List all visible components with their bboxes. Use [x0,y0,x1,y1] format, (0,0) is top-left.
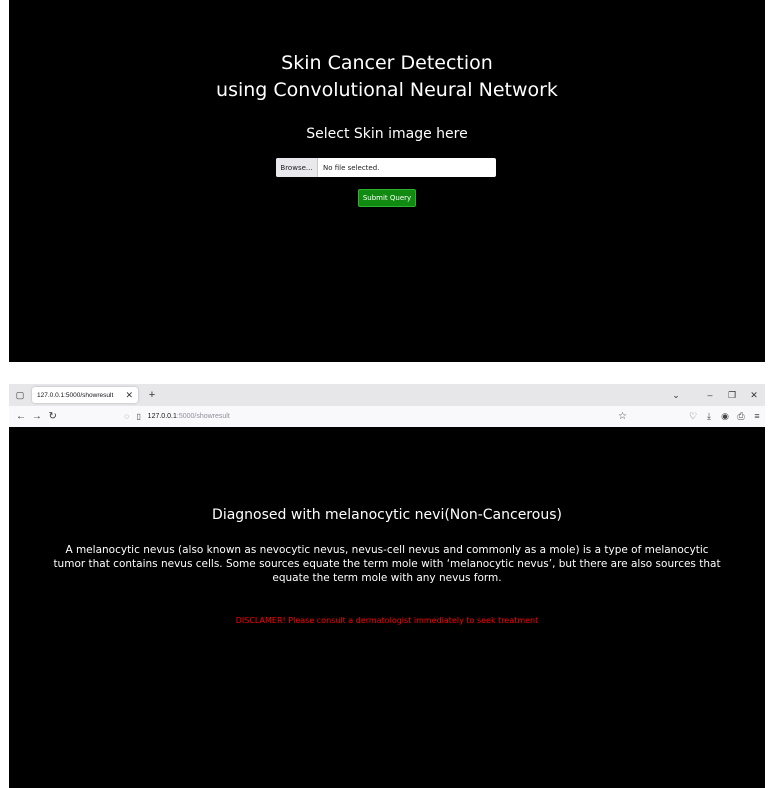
result-page: Diagnosed with melanocytic nevi(Non-Canc… [9,427,765,788]
new-tab-icon[interactable]: + [144,389,160,401]
tab-showresult[interactable]: 127.0.0.1:5000/showresult ✕ [32,387,138,403]
diagnosis-heading: Diagnosed with melanocytic nevi(Non-Canc… [212,507,562,523]
tab-list-icon[interactable]: ▢ [11,386,29,404]
window-controls: ⌄ – ❐ ✕ [665,390,765,401]
title-line-2: using Convolutional Neural Network [216,79,558,101]
url-bar[interactable]: ◌ ▯ 127.0.0.1:5000/showresult ☆ [121,409,627,425]
submit-button[interactable]: Submit Query [358,189,416,207]
url-path: :5000/showresult [176,413,230,420]
file-input[interactable]: Browse... No file selected. [276,158,496,177]
tab-bar: ▢ 127.0.0.1:5000/showresult ✕ + ⌄ – ❐ ✕ [9,384,765,406]
extensions-icon[interactable]: ⎙ [733,411,749,422]
download-icon[interactable]: ⤓ [701,411,717,422]
page-icon: ▯ [136,412,141,421]
pocket-icon[interactable]: ♡ [685,411,701,422]
minimize-icon[interactable]: – [699,390,721,400]
close-tab-icon[interactable]: ✕ [125,390,133,401]
account-icon[interactable]: ◉ [717,411,733,422]
toolbar-icons: ♡ ⤓ ◉ ⎙ ≡ [685,411,765,422]
reload-icon[interactable]: ↻ [45,411,61,422]
upload-subtitle: Select Skin image here [306,126,468,142]
disclaimer-text: DISCLAMER! Please consult a dermatologis… [235,616,539,625]
chevron-down-icon[interactable]: ⌄ [665,390,687,401]
title-line-1: Skin Cancer Detection [281,52,493,74]
close-window-icon[interactable]: ✕ [743,390,765,401]
navigation-bar: ← → ↻ ◌ ▯ 127.0.0.1:5000/showresult ☆ ♡ … [9,406,765,427]
diagnosis-description: A melanocytic nevus (also known as nevoc… [53,544,721,584]
file-status-text: No file selected. [323,163,380,172]
url-host: 127.0.0.1 [147,413,177,420]
browser-window: ▢ 127.0.0.1:5000/showresult ✕ + ⌄ – ❐ ✕ … [9,384,765,788]
tab-title: 127.0.0.1:5000/showresult [37,391,114,399]
upload-page: Skin Cancer Detection using Convolutiona… [9,0,765,362]
page-title: Skin Cancer Detection using Convolutiona… [9,50,765,104]
forward-icon[interactable]: → [29,411,45,422]
bookmark-star-icon[interactable]: ☆ [618,411,627,422]
shield-icon[interactable]: ◌ [121,412,133,421]
restore-icon[interactable]: ❐ [721,390,743,401]
back-icon[interactable]: ← [13,411,29,422]
menu-icon[interactable]: ≡ [749,411,765,422]
browse-button[interactable]: Browse... [276,158,318,177]
